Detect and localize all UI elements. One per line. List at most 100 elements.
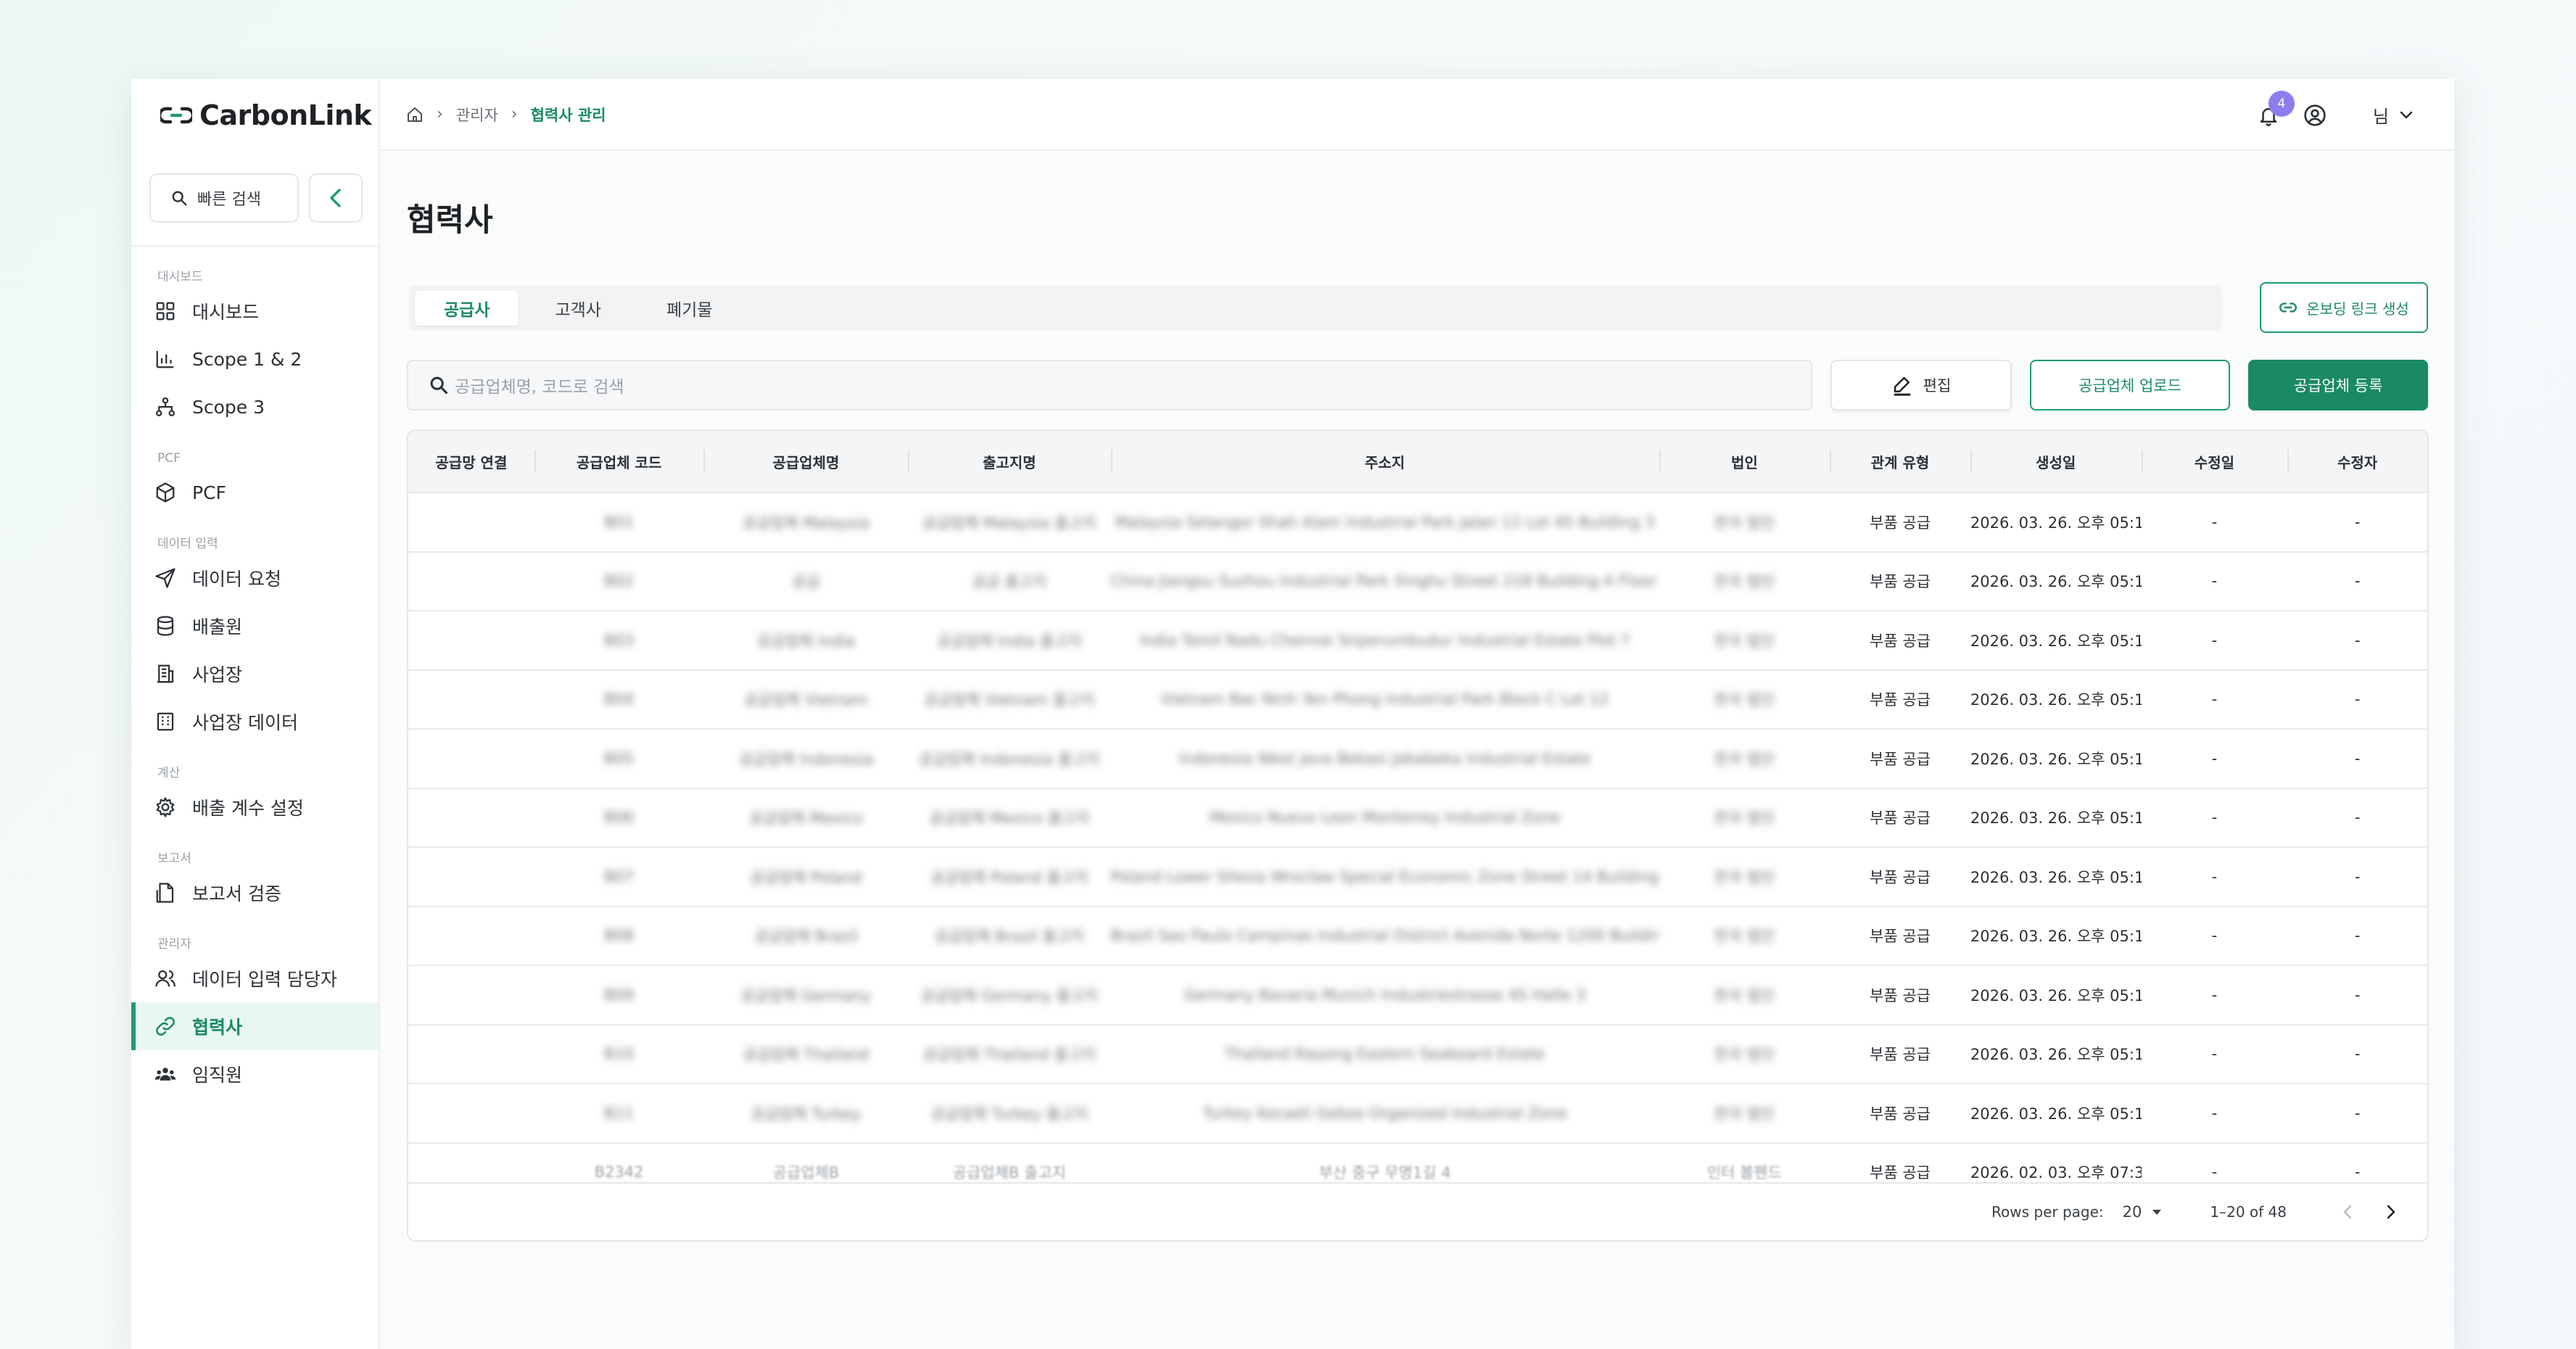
supplier-register-button[interactable]: 공급업체 등록 — [2248, 360, 2428, 411]
table-row[interactable]: B03 공급업체 India 공급업체 India 출고지 India Tamil N… — [408, 611, 2427, 671]
column-header-modified-at[interactable]: 수정일 — [2141, 431, 2288, 492]
account-button[interactable] — [2300, 101, 2329, 130]
sidebar-item-employees[interactable]: 임직원 — [131, 1050, 379, 1098]
sidebar-item-partners[interactable]: 협력사 — [131, 1002, 379, 1050]
table-row[interactable]: B06 공급업체 Mexico 공급업체 Mexico 출고지 Mexico Nuev… — [408, 789, 2427, 848]
column-header-supplier-code[interactable]: 공급업체 코드 — [534, 431, 704, 492]
column-header-corporation[interactable]: 법인 — [1659, 431, 1830, 492]
sidebar-item-scope-1-2[interactable]: Scope 1 & 2 — [131, 335, 379, 383]
user-menu[interactable]: 님 — [2373, 102, 2414, 128]
sidebar-item-label: 사업장 — [192, 664, 243, 685]
gear-icon — [156, 797, 175, 817]
chevron-right-icon — [2387, 1205, 2395, 1219]
modifier-cell: - — [2354, 749, 2361, 767]
table-row[interactable]: B07 공급업체 Poland 공급업체 Poland 출고지 Poland Lowe… — [408, 848, 2427, 907]
user-circle-icon — [2304, 104, 2326, 126]
modifier-cell: - — [2354, 809, 2361, 827]
supplier-name-cell: 공급업체 Turkey — [751, 1105, 862, 1123]
corporation-cell: 한국 법인 — [1714, 809, 1775, 828]
created-at-cell: 2026. 03. 26. 오후 05:16 — [1970, 1105, 2142, 1123]
sidebar-collapse-button[interactable] — [309, 173, 363, 223]
column-header-modifier[interactable]: 수정자 — [2287, 431, 2427, 492]
supplier-upload-button[interactable]: 공급업체 업로드 — [2030, 360, 2230, 411]
corporation-cell: 한국 법인 — [1714, 750, 1775, 768]
table-row[interactable]: B02 공급 공급 출고지 China Jiangsu Suzhou Industri… — [408, 553, 2427, 611]
table-row[interactable]: B11 공급업체 Turkey 공급업체 Turkey 출고지 Turkey Koca… — [408, 1084, 2427, 1144]
created-at-cell: 2026. 03. 26. 오후 05:16 — [1970, 1046, 2142, 1064]
shipping-site-cell: 공급업체 Indonesia 출고지 — [918, 750, 1100, 768]
table-row[interactable]: B01 공급업체 Malaysia 공급업체 Malaysia 출고지 Malaysi… — [408, 493, 2427, 553]
modified-at-cell: - — [2211, 513, 2218, 531]
sidebar-item-emission-factor[interactable]: 배출 계수 설정 — [131, 783, 379, 831]
sidebar-item-emission-source[interactable]: 배출원 — [131, 602, 379, 650]
column-header-shipping-site[interactable]: 출고지명 — [908, 431, 1111, 492]
nav-section-pcf: PCF — [157, 451, 181, 466]
address-cell: India Tamil Nadu Chennai Sriperumbudur I… — [1139, 631, 1631, 649]
modified-at-cell: - — [2211, 631, 2218, 649]
page-range: 1–20 of 48 — [2210, 1203, 2287, 1221]
sidebar-item-site[interactable]: 사업장 — [131, 650, 379, 698]
modifier-cell: - — [2354, 631, 2361, 649]
carbonlink-logo-icon — [160, 107, 192, 123]
home-icon[interactable] — [406, 106, 424, 123]
created-at-cell: 2026. 03. 26. 오후 05:16 — [1970, 691, 2142, 709]
shipping-site-cell: 공급업체 India 출고지 — [936, 632, 1082, 650]
table-row[interactable]: B09 공급업체 Germany 공급업체 Germany 출고지 Germany B… — [408, 966, 2427, 1026]
table-row[interactable]: B05 공급업체 Indonesia 공급업체 Indonesia 출고지 Indon… — [408, 730, 2427, 789]
column-header-address[interactable]: 주소지 — [1110, 431, 1659, 492]
send-icon — [155, 568, 176, 588]
modified-at-cell: - — [2211, 1045, 2218, 1063]
address-cell: Poland Lower Silesia Wroclaw Special Eco… — [1110, 867, 1659, 886]
tab-suppliers[interactable]: 공급사 — [415, 291, 519, 326]
modifier-cell: - — [2354, 1045, 2361, 1063]
nav-section-calculation: 계산 — [157, 766, 181, 780]
database-icon — [157, 616, 174, 636]
column-header-supply-chain-link[interactable]: 공급망 연결 — [408, 431, 534, 492]
sidebar-item-report-verification[interactable]: 보고서 검증 — [131, 869, 379, 917]
supplier-name-cell: 공급업체 Brazil — [754, 928, 858, 946]
supplier-code-cell: B05 — [604, 749, 635, 767]
column-header-created-at[interactable]: 생성일 — [1970, 431, 2142, 492]
table-row[interactable]: B08 공급업체 Brazil 공급업체 Brazil 출고지 Brazil Sao … — [408, 907, 2427, 966]
supplier-search-input[interactable]: 공급업체명, 코드로 검색 — [407, 360, 1812, 411]
tab-customers[interactable]: 고객사 — [526, 291, 629, 326]
corporation-cell: 한국 법인 — [1714, 868, 1775, 886]
sidebar-item-label: 보고서 검증 — [192, 883, 281, 904]
onboarding-link-button[interactable]: 온보딩 링크 생성 — [2260, 282, 2428, 333]
logo[interactable]: CarbonLink — [131, 79, 379, 151]
next-page-button[interactable] — [2377, 1197, 2406, 1226]
supplier-code-cell: B10 — [604, 1045, 635, 1063]
sidebar-item-label: 데이터 입력 담당자 — [192, 969, 337, 990]
notification-button[interactable]: 4 — [2254, 90, 2295, 130]
tab-waste[interactable]: 폐기물 — [637, 291, 741, 326]
search-icon — [430, 376, 448, 395]
shipping-site-cell: 공급 출고지 — [972, 573, 1047, 591]
sidebar-item-data-request[interactable]: 데이터 요청 — [131, 554, 379, 602]
sidebar-item-dashboard[interactable]: 대시보드 — [131, 287, 379, 335]
sidebar-item-pcf[interactable]: PCF — [131, 469, 379, 516]
column-header-supplier-name[interactable]: 공급업체명 — [703, 431, 908, 492]
quick-search-button[interactable]: 빠른 검색 — [149, 173, 299, 223]
sidebar-search-row: 빠른 검색 — [131, 151, 379, 247]
rows-per-page-select[interactable]: 20 — [2123, 1203, 2163, 1221]
sidebar-item-scope-3[interactable]: Scope 3 — [131, 383, 379, 431]
report-icon — [156, 883, 174, 903]
chevron-down-icon — [2400, 111, 2413, 118]
breadcrumb-admin[interactable]: 관리자 — [456, 104, 498, 125]
sidebar-item-data-input-manager[interactable]: 데이터 입력 담당자 — [131, 954, 379, 1002]
supplier-name-cell: 공급업체 Thailand — [743, 1046, 870, 1064]
edit-button[interactable]: 편집 — [1830, 360, 2012, 411]
shipping-site-cell: 공급업체 Germany 출고지 — [920, 986, 1099, 1004]
created-at-cell: 2026. 03. 26. 오후 05:16 — [1970, 632, 2142, 650]
address-cell: Thailand Rayong Eastern Seaboard Estate — [1224, 1045, 1545, 1063]
previous-page-button[interactable] — [2333, 1197, 2362, 1226]
supplier-name-cell: 공급업체 Poland — [750, 868, 862, 886]
created-at-cell: 2026. 03. 26. 오후 05:16 — [1970, 750, 2142, 768]
sidebar-item-site-data[interactable]: 사업장 데이터 — [131, 698, 379, 746]
column-header-relation-type[interactable]: 관계 유형 — [1830, 431, 1970, 492]
table-row[interactable]: B10 공급업체 Thailand 공급업체 Thailand 출고지 Thailan… — [408, 1026, 2427, 1084]
page-title: 협력사 — [407, 202, 493, 239]
corporation-cell: 한국 법인 — [1714, 928, 1775, 946]
table-row[interactable]: B04 공급업체 Vietnam 공급업체 Vietnam 출고지 Vietnam B… — [408, 671, 2427, 730]
supplier-code-cell: B08 — [604, 927, 635, 945]
